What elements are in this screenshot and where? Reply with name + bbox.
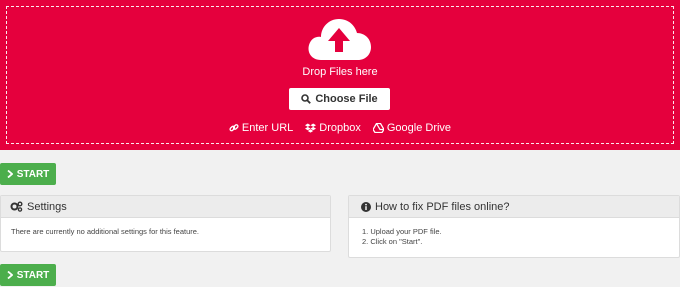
cloud-upload-icon (308, 19, 371, 60)
start-label: START (16, 168, 50, 180)
upload-dropzone[interactable]: Drop Files here Choose File Enter URL Dr… (0, 0, 680, 150)
settings-panel: Settings There are currently no addition… (0, 195, 331, 252)
howto-panel: How to fix PDF files online? 1. Upload y… (348, 195, 680, 258)
enter-url-link[interactable]: Enter URL (229, 122, 293, 134)
drop-files-label: Drop Files here (302, 66, 378, 78)
dropbox-link[interactable]: Dropbox (305, 122, 361, 134)
start-button-bottom[interactable]: START (0, 264, 56, 286)
howto-body: 1. Upload your PDF file. 2. Click on "St… (349, 218, 679, 256)
gears-icon (10, 201, 23, 212)
dropbox-label: Dropbox (319, 122, 361, 134)
link-icon (229, 124, 239, 132)
howto-steps: 1. Upload your PDF file. 2. Click on "St… (362, 227, 669, 247)
google-drive-link[interactable]: Google Drive (372, 122, 452, 134)
settings-panel-header: Settings (1, 196, 330, 218)
chevron-right-icon (7, 271, 13, 279)
settings-title: Settings (27, 200, 67, 213)
settings-body: There are currently no additional settin… (11, 227, 200, 236)
choose-file-button[interactable]: Choose File (289, 88, 390, 110)
howto-title: How to fix PDF files online? (375, 200, 510, 213)
howto-step: 2. Click on "Start". (362, 237, 423, 246)
google-drive-icon (372, 123, 384, 133)
start-label: START (16, 269, 50, 281)
start-button-top[interactable]: START (0, 163, 56, 185)
howto-step: 1. Upload your PDF file. (362, 227, 442, 236)
upload-sources: Enter URL Dropbox Google Drive (0, 122, 680, 134)
info-icon (361, 201, 371, 212)
google-drive-label: Google Drive (386, 122, 452, 134)
dropbox-icon (305, 123, 317, 133)
howto-panel-header: How to fix PDF files online? (349, 196, 679, 218)
choose-file-label: Choose File (315, 93, 378, 105)
chevron-right-icon (7, 170, 13, 178)
enter-url-label: Enter URL (241, 122, 294, 134)
search-icon (301, 94, 312, 104)
